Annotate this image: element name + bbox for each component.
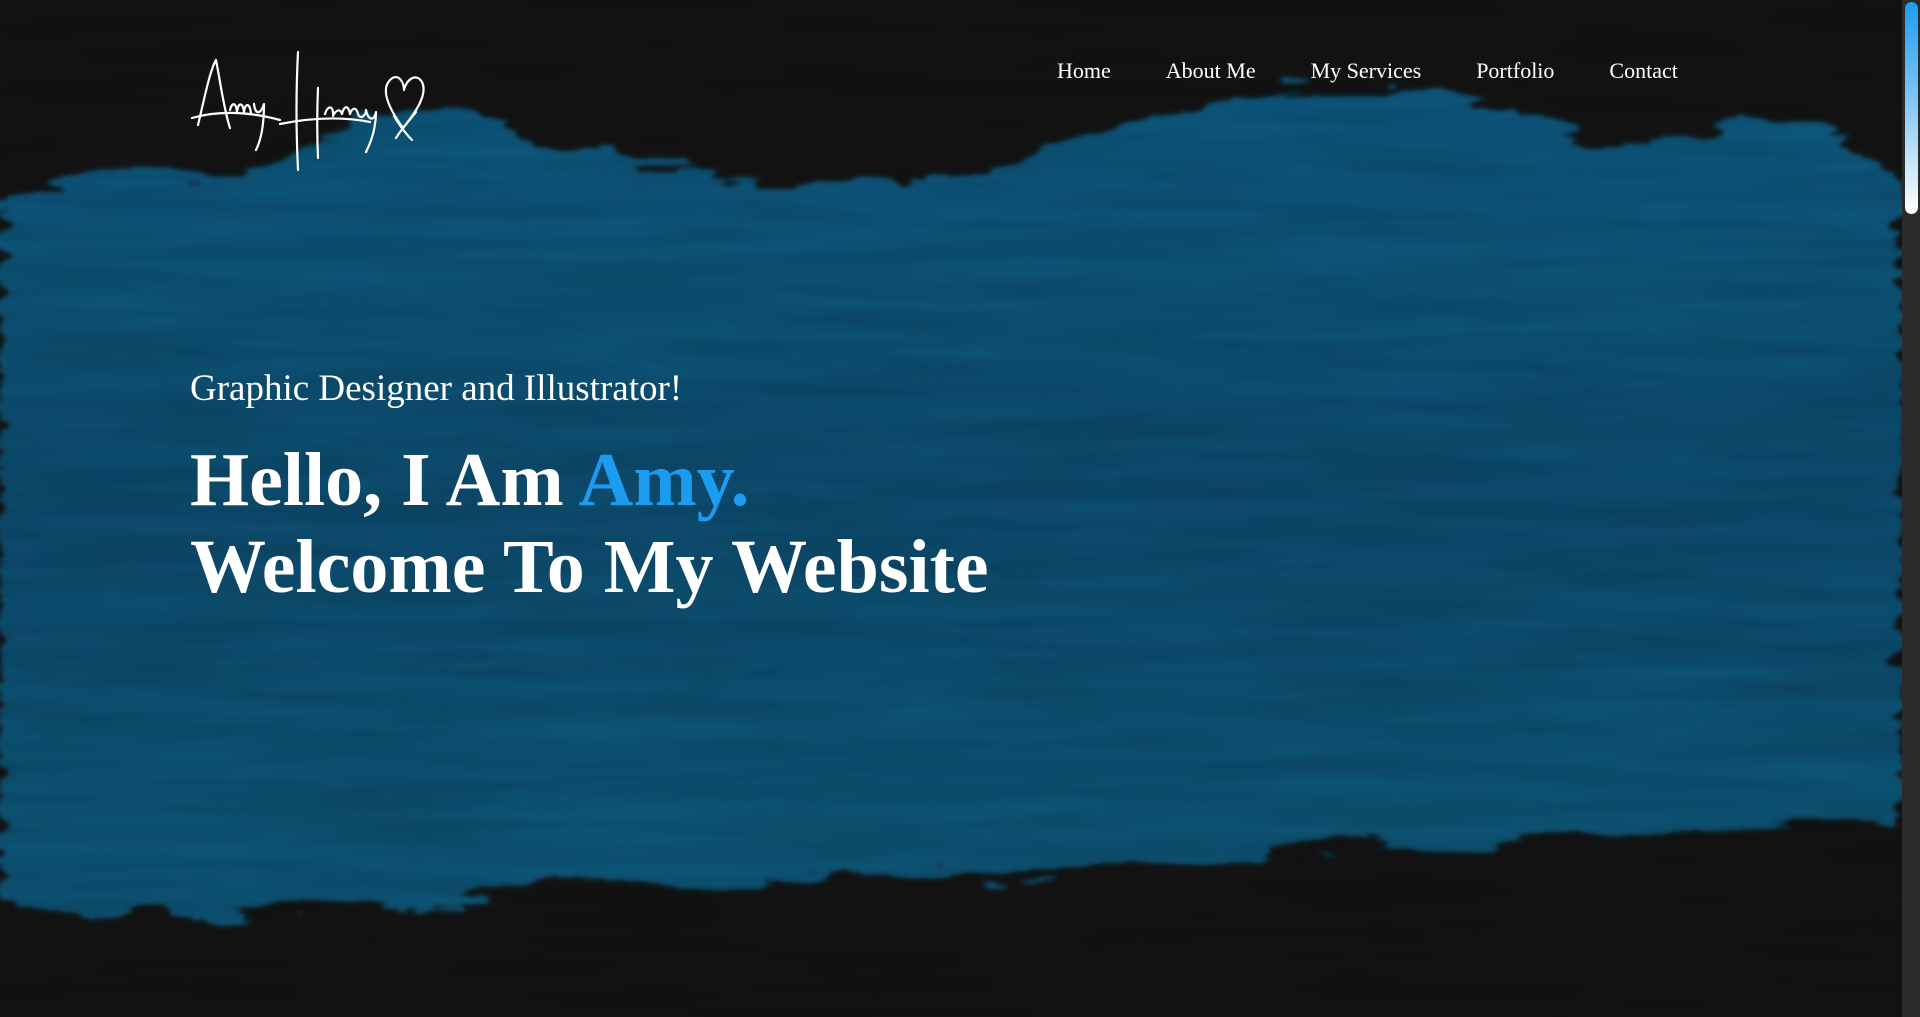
hero-greeting: Hello, I Am — [190, 438, 579, 522]
nav-contact[interactable]: Contact — [1609, 56, 1677, 86]
hero-headline: Hello, I Am Amy. Welcome To My Website — [190, 437, 989, 611]
hero-greeting-line: Hello, I Am Amy. — [190, 437, 989, 524]
hero-welcome: Welcome To My Website — [190, 525, 989, 609]
heart-icon — [384, 75, 425, 130]
nav-portfolio[interactable]: Portfolio — [1476, 56, 1554, 86]
signature-logo[interactable] — [190, 40, 430, 175]
nav-my-services[interactable]: My Services — [1311, 56, 1422, 86]
hero-name: Amy. — [578, 438, 750, 522]
main-nav: Home About Me My Services Portfolio Cont… — [1057, 56, 1678, 86]
hero-subtitle: Graphic Designer and Illustrator! — [190, 368, 683, 409]
scrollbar-thumb[interactable] — [1905, 2, 1918, 214]
page: Home About Me My Services Portfolio Cont… — [0, 0, 1920, 1017]
nav-home[interactable]: Home — [1057, 56, 1111, 86]
vertical-scrollbar[interactable] — [1902, 0, 1920, 1017]
nav-about-me[interactable]: About Me — [1166, 56, 1256, 86]
